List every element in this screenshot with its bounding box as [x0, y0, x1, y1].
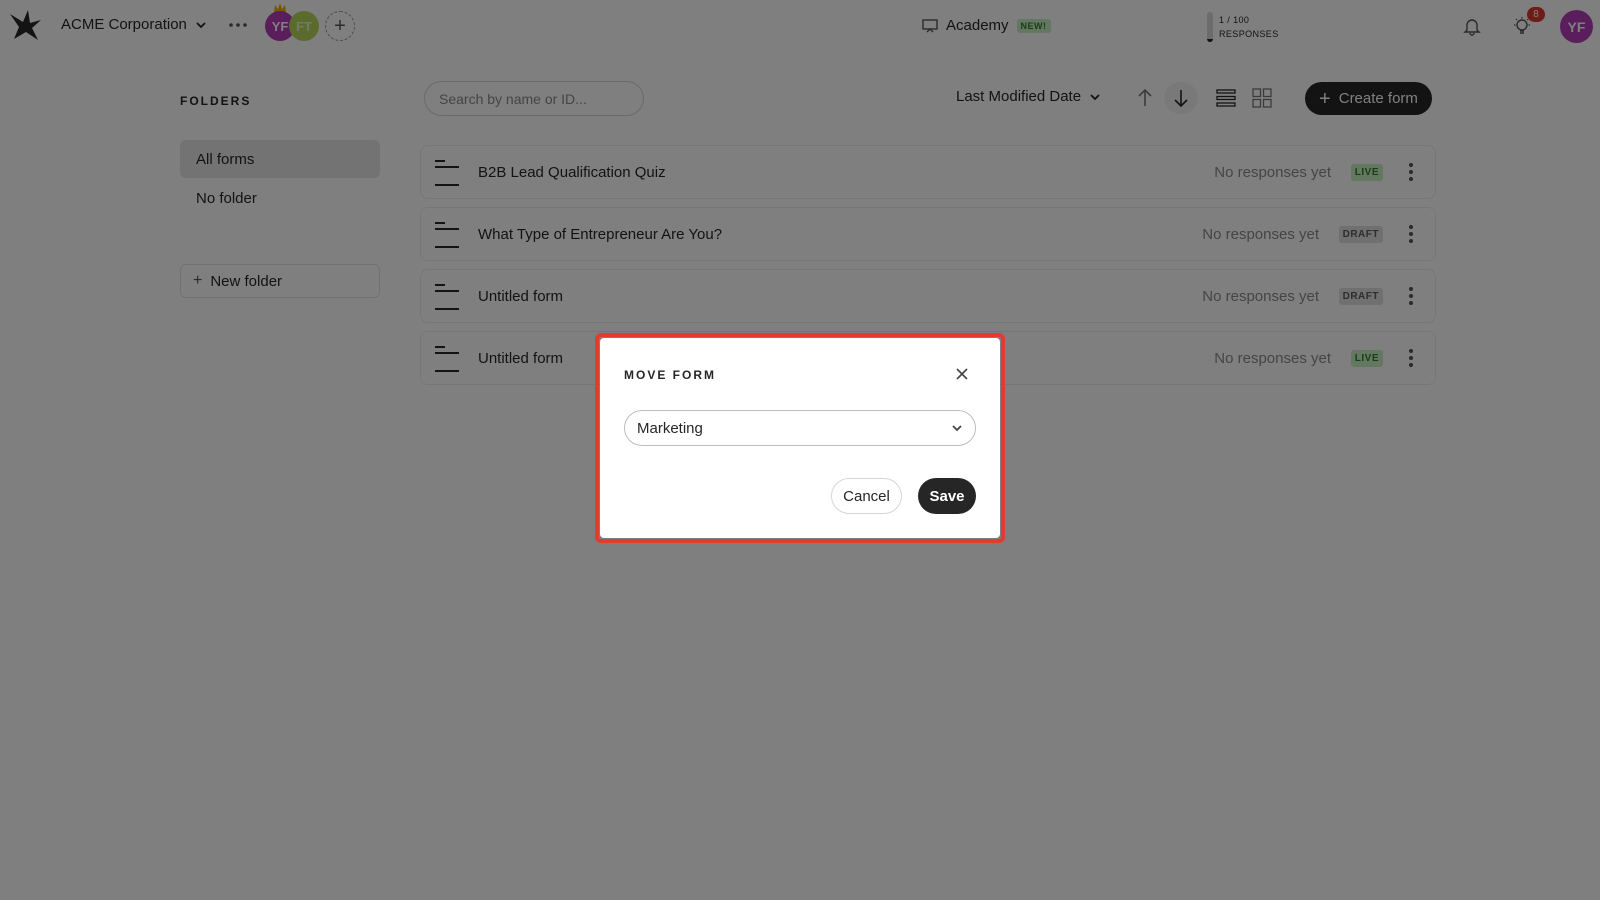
chevron-down-icon	[952, 425, 962, 432]
cancel-button[interactable]: Cancel	[831, 478, 902, 514]
move-form-dialog: MOVE FORM Marketing Cancel Save	[600, 338, 1000, 538]
selected-folder: Marketing	[637, 419, 703, 437]
dialog-title: MOVE FORM	[624, 368, 716, 382]
close-icon[interactable]	[952, 364, 972, 384]
save-button[interactable]: Save	[918, 478, 976, 514]
folder-select[interactable]: Marketing	[624, 410, 976, 446]
